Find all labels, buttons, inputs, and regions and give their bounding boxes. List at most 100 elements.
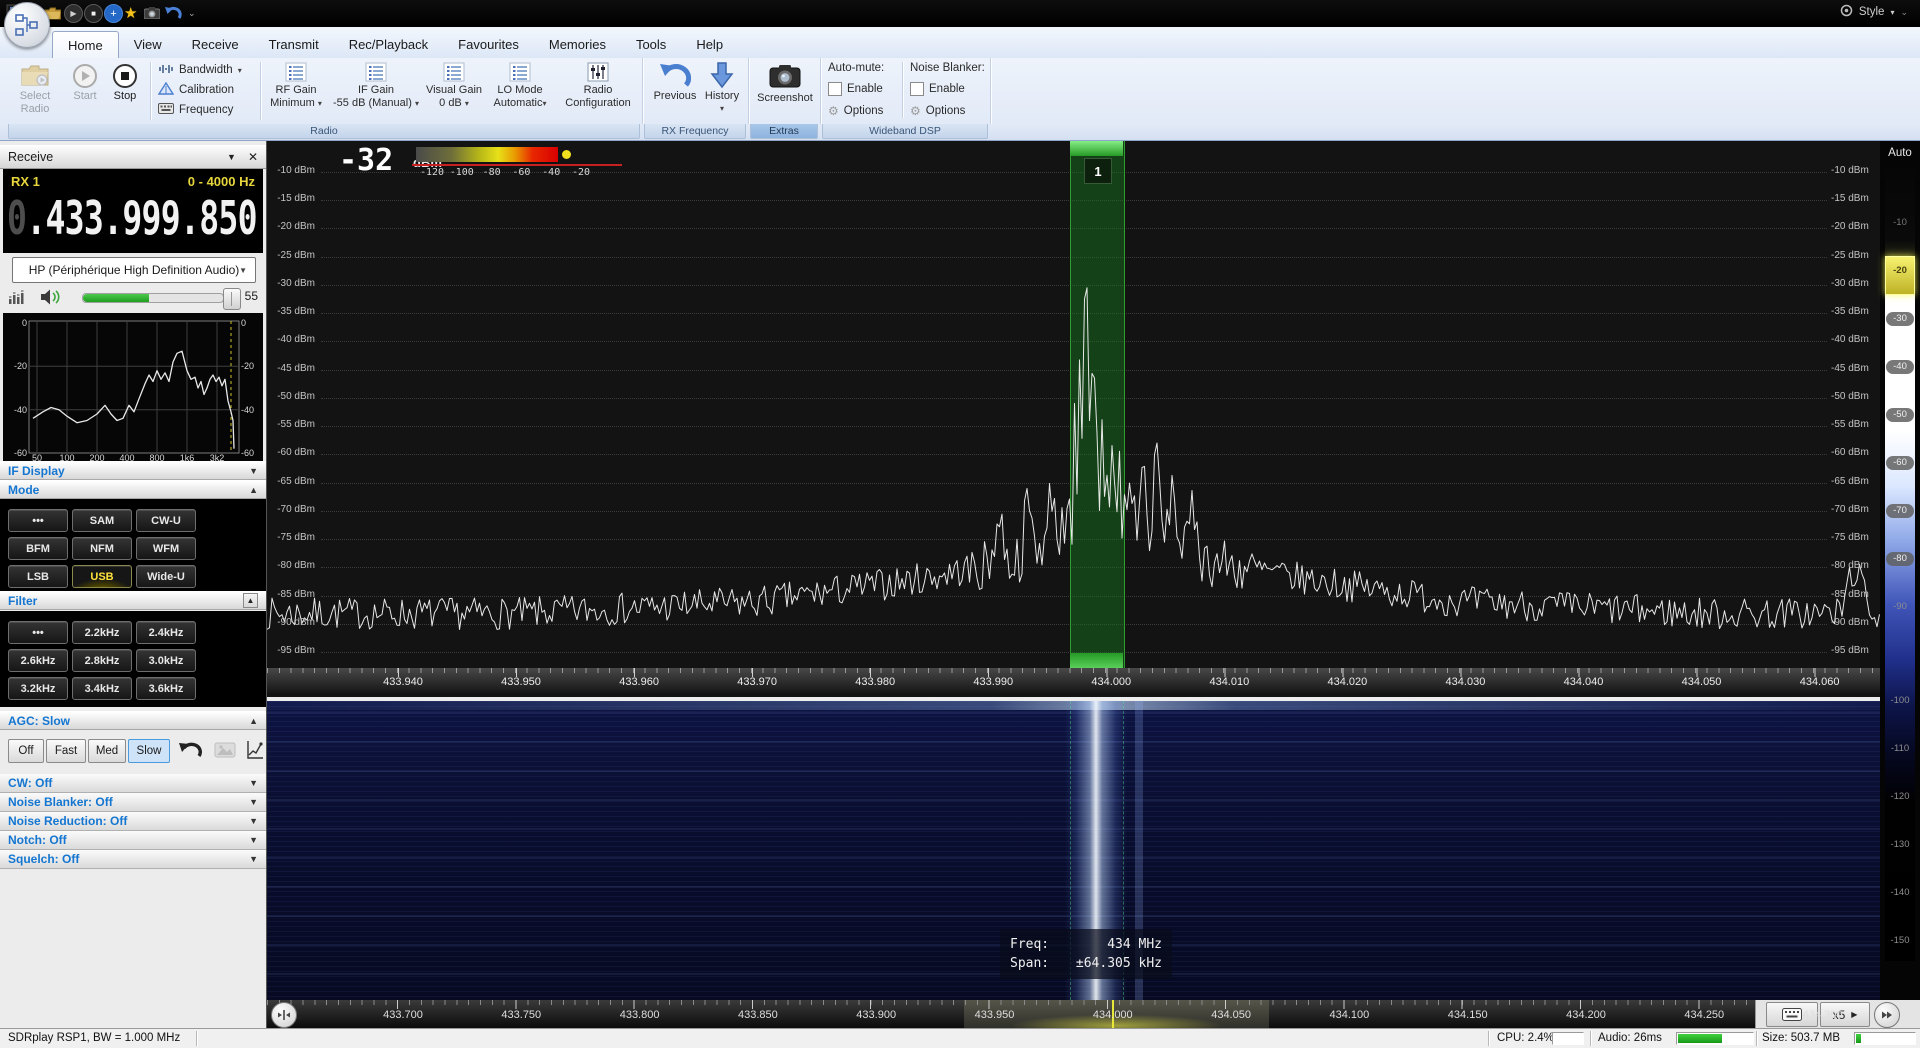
mode-button-panel: ••• SAM CW-U BFM NFM WFM LSB USB Wide-U	[0, 499, 266, 591]
mode-button--[interactable]: •••	[8, 509, 68, 532]
ribbon-collapse-icon[interactable]: ⌄	[1900, 7, 1908, 18]
noise-blanker-options-button[interactable]: ⚙ Options	[910, 104, 965, 118]
filter-button-3-6khz[interactable]: 3.6kHz	[136, 677, 196, 700]
receive-panel-header[interactable]: Receive ▼ ✕	[0, 145, 266, 169]
section-header-noise-blanker-off[interactable]: Noise Blanker: Off ▼	[0, 793, 266, 812]
stop-icon[interactable]: ■	[84, 4, 103, 23]
scroll-right-button[interactable]	[1874, 1002, 1900, 1028]
filter-button-2-2khz[interactable]: 2.2kHz	[72, 621, 132, 644]
add-icon[interactable]: +	[104, 4, 123, 23]
frequency-axis[interactable]: 433.940 433.950 433.960 433.970 433.980 433.9…	[267, 668, 1880, 693]
undo-icon[interactable]	[164, 4, 182, 22]
frequency-button[interactable]: Frequency	[158, 101, 233, 119]
mode-button-cw-u[interactable]: CW-U	[136, 509, 196, 532]
freq-axis-label: 434.040	[1563, 676, 1604, 688]
mode-button-bfm[interactable]: BFM	[8, 537, 68, 560]
automute-options-button[interactable]: ⚙ Options	[828, 104, 883, 118]
agc-preset-icon[interactable]	[214, 742, 236, 763]
gauge-auto-label[interactable]: Auto	[1880, 147, 1920, 159]
agc-button-fast[interactable]: Fast	[46, 739, 86, 763]
chevron-up-icon[interactable]: ▲	[243, 593, 258, 608]
agc-button-med[interactable]: Med	[88, 739, 126, 763]
waterfall-display[interactable]: Freq: 434 MHz Span: ±64.305 kHz	[267, 701, 1880, 1000]
filter-button-panel: ••• 2.2kHz 2.4kHz 2.6kHz 2.8kHz 3.0kHz 3.2kHz 3…	[0, 611, 266, 707]
checkbox-icon[interactable]	[828, 82, 842, 96]
device-info: SDRplay RSP1, BW = 1.000 MHz	[8, 1032, 181, 1044]
agc-button-slow[interactable]: Slow	[128, 739, 170, 763]
filter-button-3-4khz[interactable]: 3.4kHz	[72, 677, 132, 700]
agc-section-header[interactable]: AGC: Slow ▲	[0, 711, 266, 730]
camera-icon[interactable]	[144, 4, 160, 22]
nav-freq-label: 433.850	[738, 1009, 778, 1021]
style-label[interactable]: Style	[1859, 6, 1885, 18]
frequency-scrollbar[interactable]: x5 ▶ 433.700 433.750 433.800 433.850 433.900 4…	[267, 1000, 1920, 1028]
agc-undo-icon[interactable]	[178, 741, 202, 764]
mode-button-nfm[interactable]: NFM	[72, 537, 132, 560]
tab-view[interactable]: View	[119, 31, 177, 58]
favourite-star-icon[interactable]: ★	[124, 4, 137, 22]
mode-button-wfm[interactable]: WFM	[136, 537, 196, 560]
mode-button-wide-u[interactable]: Wide-U	[136, 565, 196, 588]
previous-frequency-button[interactable]: Previous	[650, 60, 700, 103]
tab-tools[interactable]: Tools	[621, 31, 681, 58]
rf-gain-button[interactable]: RF Gain Minimum ▾	[264, 60, 328, 109]
mode-section-header[interactable]: Mode ▲	[0, 480, 266, 499]
mode-button-usb[interactable]: USB	[72, 565, 132, 588]
volume-slider-handle[interactable]	[223, 288, 241, 310]
automute-enable-checkbox[interactable]: Enable	[828, 82, 883, 96]
if-gain-button[interactable]: IF Gain -55 dB (Manual) ▾	[332, 60, 420, 109]
calibration-button[interactable]: Calibration	[157, 81, 234, 99]
play-icon[interactable]: ▶	[64, 4, 83, 23]
frequency-history-button[interactable]: History ▾	[700, 60, 744, 113]
if-display-section-header[interactable]: IF Display ▼	[0, 461, 266, 480]
filter-button--[interactable]: •••	[8, 621, 68, 644]
bandwidth-button[interactable]: Bandwidth ▾	[158, 61, 242, 79]
audio-device-select[interactable]: HP (Périphérique High Definition Audio) …	[12, 257, 256, 283]
tab-help[interactable]: Help	[681, 31, 738, 58]
waterfall-contrast-gauge[interactable]: Auto -10 -20 -30 -40 -50 -60 -70 -80 -90 -100 -110…	[1880, 141, 1920, 1000]
visual-gain-button[interactable]: Visual Gain 0 dB ▾	[424, 60, 484, 109]
tab-memories[interactable]: Memories	[534, 31, 621, 58]
agc-graph-icon[interactable]	[246, 740, 264, 765]
lo-mode-button[interactable]: LO Mode Automatic▾	[488, 60, 552, 109]
tab-home[interactable]: Home	[52, 31, 119, 58]
mode-button-sam[interactable]: SAM	[72, 509, 132, 532]
panel-close-icon[interactable]: ✕	[248, 150, 258, 164]
tab-favourites[interactable]: Favourites	[443, 31, 534, 58]
mode-button-lsb[interactable]: LSB	[8, 565, 68, 588]
select-radio-button[interactable]: Select Radio	[8, 60, 62, 116]
volume-slider[interactable]	[82, 288, 241, 310]
filter-button-2-6khz[interactable]: 2.6kHz	[8, 649, 68, 672]
stop-button[interactable]: Stop	[106, 62, 144, 103]
spectrum-display[interactable]: 1 -32 dBm 433.940 433.950 433.960 433.970 43…	[267, 141, 1880, 697]
filter-button-2-8khz[interactable]: 2.8kHz	[72, 649, 132, 672]
radio-configuration-button[interactable]: Radio Configuration	[556, 60, 640, 110]
section-header-notch-off[interactable]: Notch: Off ▼	[0, 831, 266, 850]
filter-button-3-2khz[interactable]: 3.2kHz	[8, 677, 68, 700]
equalizer-icon[interactable]	[8, 289, 24, 310]
section-header-noise-reduction-off[interactable]: Noise Reduction: Off ▼	[0, 812, 266, 831]
rx-marker-badge[interactable]: 1	[1084, 158, 1112, 184]
style-dropdown-icon[interactable]: ▾	[1890, 8, 1894, 17]
noise-blanker-enable-checkbox[interactable]: Enable	[910, 82, 965, 96]
tuned-frequency-value[interactable]: 0.433.999.850	[7, 191, 262, 245]
agc-button-off[interactable]: Off	[8, 739, 44, 763]
center-frequency-button[interactable]	[271, 1002, 297, 1028]
quick-access-dropdown-icon[interactable]: ⌄	[188, 4, 196, 22]
filter-button-2-4khz[interactable]: 2.4kHz	[136, 621, 196, 644]
checkbox-icon[interactable]	[910, 82, 924, 96]
tab-rec-playback[interactable]: Rec/Playback	[334, 31, 443, 58]
section-header-cw-off[interactable]: CW: Off ▼	[0, 774, 266, 793]
screenshot-button[interactable]: Screenshot	[754, 60, 816, 105]
signal-power-readout: -32	[339, 143, 394, 178]
speaker-icon[interactable]	[40, 288, 62, 311]
section-header-squelch-off[interactable]: Squelch: Off ▼	[0, 850, 266, 869]
filter-button-3-0khz[interactable]: 3.0kHz	[136, 649, 196, 672]
tab-receive[interactable]: Receive	[177, 31, 254, 58]
panel-collapse-icon[interactable]: ▼	[227, 152, 236, 162]
tab-transmit[interactable]: Transmit	[254, 31, 334, 58]
application-menu-button[interactable]	[4, 2, 50, 48]
start-button[interactable]: Start	[66, 62, 104, 103]
waterfall-palette-bar[interactable]	[416, 147, 558, 162]
filter-section-header[interactable]: Filter ▲	[0, 591, 266, 610]
